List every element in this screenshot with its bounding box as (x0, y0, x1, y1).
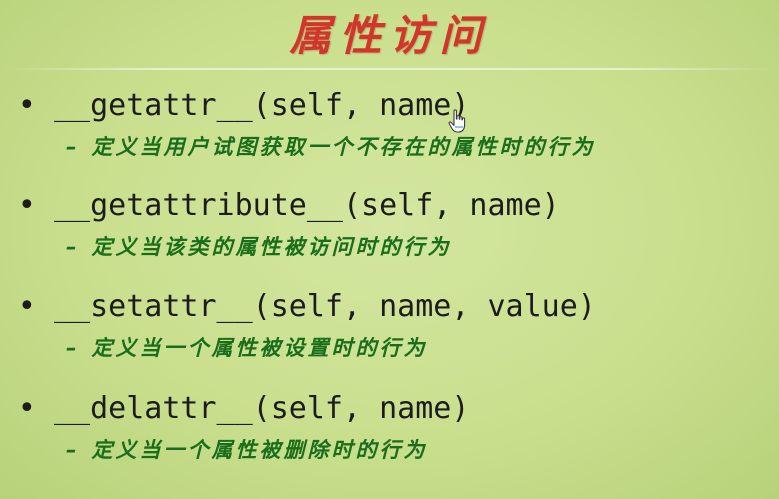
method-signature: __delattr__(self, name) (54, 391, 470, 426)
description-text: 定义当该类的属性被访问时的行为 (91, 235, 452, 259)
title-divider (0, 68, 779, 70)
method-description: – 定义当该类的属性被访问时的行为 (66, 232, 452, 262)
description-text: 定义当一个属性被删除时的行为 (91, 438, 428, 462)
method-signature: __getattr__(self, name) (54, 88, 470, 123)
dash-marker: – (66, 235, 80, 259)
bullet-icon: • (18, 391, 36, 426)
bullet-icon: • (18, 188, 36, 223)
dash-marker: – (66, 336, 80, 360)
method-signature: __getattribute__(self, name) (54, 188, 560, 223)
method-description: – 定义当用户试图获取一个不存在的属性时的行为 (66, 132, 596, 162)
bullet-icon: • (18, 289, 36, 324)
hand-pointer-icon (448, 109, 466, 133)
slide-title: 属性访问 (289, 11, 490, 60)
description-text: 定义当用户试图获取一个不存在的属性时的行为 (91, 135, 596, 159)
description-text: 定义当一个属性被设置时的行为 (91, 336, 428, 360)
method-description: – 定义当一个属性被删除时的行为 (66, 435, 428, 465)
dash-marker: – (66, 135, 80, 159)
method-signature: __setattr__(self, name, value) (54, 289, 596, 324)
presentation-slide: 属性访问 • __getattr__(self, name) – 定义当用户试图获… (0, 0, 779, 499)
method-description: – 定义当一个属性被设置时的行为 (66, 333, 428, 363)
bullet-icon: • (18, 88, 36, 123)
dash-marker: – (66, 438, 80, 462)
